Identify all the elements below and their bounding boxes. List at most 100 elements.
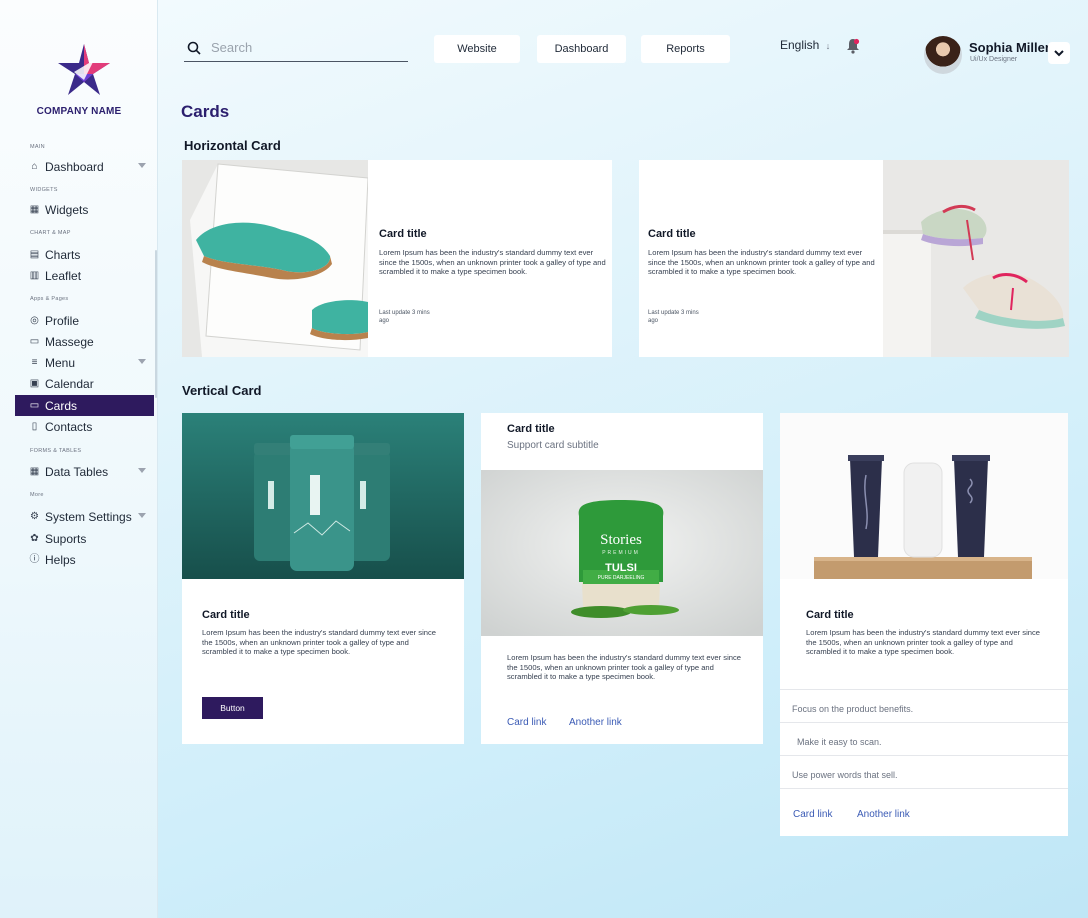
horizontal-card-2: Card title Lorem Ipsum has been the indu… bbox=[639, 160, 1069, 357]
package-name: TULSI bbox=[605, 562, 637, 574]
nav-reports-button[interactable]: Reports bbox=[641, 35, 730, 63]
calendar-icon: ▣ bbox=[29, 378, 40, 389]
sidebar-item-label: Charts bbox=[45, 247, 81, 262]
card-title: Card title bbox=[648, 228, 696, 240]
sidebar-item-profile[interactable]: ◎ Profile bbox=[15, 310, 154, 331]
package-brand: Stories bbox=[600, 532, 642, 548]
list-divider bbox=[780, 722, 1068, 723]
language-label: English bbox=[780, 38, 820, 52]
list-item: Make it easy to scan. bbox=[797, 737, 882, 747]
sidebar-item-label: Contacts bbox=[45, 419, 93, 434]
card-image-bottles bbox=[182, 413, 464, 579]
grid-icon: ▦ bbox=[29, 204, 40, 215]
card-image-cosmetics bbox=[780, 413, 1068, 579]
package-sub: PREMIUM bbox=[602, 550, 640, 556]
page-title: Cards bbox=[181, 102, 230, 121]
sidebar-item-contacts[interactable]: ▯ Contacts bbox=[15, 416, 154, 437]
gear-icon: ⚙ bbox=[30, 511, 39, 522]
sidebar-item-system-settings[interactable]: ⚙ System Settings bbox=[15, 506, 154, 527]
card-button[interactable]: Button bbox=[202, 697, 263, 719]
list-divider bbox=[780, 689, 1068, 690]
chevron-down-icon bbox=[138, 163, 146, 168]
sidebar-scrollbar[interactable] bbox=[155, 250, 157, 398]
list-divider bbox=[780, 788, 1068, 789]
another-link[interactable]: Another link bbox=[569, 717, 622, 728]
sidebar-item-helps[interactable]: ⓘ Helps bbox=[15, 549, 154, 570]
chevron-down-icon bbox=[138, 359, 146, 364]
chevron-down-icon bbox=[138, 513, 146, 518]
section-forms-tables: FORMS & TABLES bbox=[30, 448, 82, 454]
search-icon bbox=[187, 41, 201, 55]
horizontal-card-1: Card title Lorem Ipsum has been the indu… bbox=[182, 160, 612, 357]
sidebar-item-data-tables[interactable]: ▦ Data Tables bbox=[15, 461, 154, 482]
card-link[interactable]: Card link bbox=[507, 717, 546, 728]
help-icon: ⓘ bbox=[29, 554, 40, 565]
card-text: Lorem Ipsum has been the industry's stan… bbox=[379, 248, 606, 277]
bell-icon[interactable] bbox=[846, 38, 860, 54]
chevron-down-icon bbox=[138, 468, 146, 473]
card-meta: Last update 3 mins bbox=[379, 310, 430, 316]
sidebar-item-dashboard[interactable]: ⌂ Dashboard bbox=[15, 156, 154, 177]
sidebar: COMPANY NAME MAIN ⌂ Dashboard WIDGETS ▦ … bbox=[0, 0, 158, 918]
section-main: MAIN bbox=[30, 144, 45, 150]
sidebar-item-label: Cards bbox=[45, 398, 78, 413]
sidebar-item-menu[interactable]: ≡ Menu bbox=[15, 352, 154, 373]
card-text: Lorem Ipsum has been the industry's stan… bbox=[648, 248, 875, 277]
company-logo bbox=[58, 44, 110, 95]
chevron-down-icon bbox=[1054, 49, 1064, 56]
support-icon: ✿ bbox=[30, 533, 39, 544]
card-image-shoes-teal bbox=[182, 160, 368, 357]
avatar[interactable] bbox=[924, 36, 962, 74]
card-image-sneakers bbox=[883, 160, 1069, 357]
menu-icon: ≡ bbox=[31, 357, 38, 368]
sidebar-item-label: Suports bbox=[45, 531, 87, 546]
sidebar-item-label: Data Tables bbox=[45, 464, 109, 479]
chart-icon: ▤ bbox=[29, 249, 40, 260]
sidebar-item-label: Leaflet bbox=[45, 268, 82, 283]
card-meta-ago: ago bbox=[379, 318, 390, 324]
card-meta: Last update 3 mins bbox=[648, 310, 699, 316]
card-text: Lorem Ipsum has been the industry's stan… bbox=[507, 653, 742, 682]
sidebar-item-charts[interactable]: ▤ Charts bbox=[15, 244, 154, 265]
section-more: More bbox=[30, 492, 44, 498]
card-title: Card title bbox=[507, 423, 555, 435]
package-desc: PURE DARJEELING bbox=[597, 575, 645, 581]
card-icon: ▭ bbox=[29, 400, 40, 411]
card-link[interactable]: Card link bbox=[793, 809, 832, 820]
sidebar-item-suports[interactable]: ✿ Suports bbox=[15, 528, 154, 549]
vertical-card-1: Card title Lorem Ipsum has been the indu… bbox=[182, 413, 464, 744]
card-text: Lorem Ipsum has been the industry's stan… bbox=[202, 628, 437, 657]
section-title-horizontal: Horizontal Card bbox=[184, 138, 281, 153]
card-text: Lorem Ipsum has been the industry's stan… bbox=[806, 628, 1041, 657]
map-icon: ▥ bbox=[29, 270, 40, 281]
sidebar-item-label: Helps bbox=[45, 552, 76, 567]
user-menu-button[interactable] bbox=[1048, 42, 1070, 64]
user-role: Ui/Ux Designer bbox=[970, 56, 1018, 63]
user-name: Sophia Miller bbox=[969, 40, 1050, 55]
sidebar-item-label: Calendar bbox=[45, 376, 94, 391]
sidebar-item-label: Massege bbox=[45, 334, 94, 349]
another-link[interactable]: Another link bbox=[857, 809, 910, 820]
sidebar-item-label: Profile bbox=[45, 313, 80, 328]
card-title: Card title bbox=[379, 228, 427, 240]
card-title: Card title bbox=[202, 609, 250, 621]
sidebar-item-massege[interactable]: ▭ Massege bbox=[15, 331, 154, 352]
language-selector[interactable]: English ↓ bbox=[780, 38, 830, 52]
search-input[interactable] bbox=[211, 40, 391, 55]
sidebar-item-label: Widgets bbox=[45, 202, 89, 217]
arrow-down-icon: ↓ bbox=[825, 41, 831, 51]
company-name: COMPANY NAME bbox=[36, 106, 122, 117]
sidebar-item-calendar[interactable]: ▣ Calendar bbox=[15, 373, 154, 394]
list-item: Use power words that sell. bbox=[792, 770, 898, 780]
nav-website-button[interactable]: Website bbox=[434, 35, 520, 63]
nav-dashboard-button[interactable]: Dashboard bbox=[537, 35, 626, 63]
sidebar-item-label: Dashboard bbox=[45, 159, 104, 174]
sidebar-item-leaflet[interactable]: ▥ Leaflet bbox=[15, 265, 154, 286]
search-bar[interactable] bbox=[184, 34, 408, 62]
sidebar-item-widgets[interactable]: ▦ Widgets bbox=[15, 199, 154, 220]
card-subtitle: Support card subtitle bbox=[507, 440, 599, 451]
sidebar-item-cards[interactable]: ▭ Cards bbox=[15, 395, 154, 416]
sidebar-item-label: System Settings bbox=[45, 509, 132, 524]
section-apps-pages: Apps & Pages bbox=[30, 296, 69, 302]
message-icon: ▭ bbox=[29, 336, 40, 347]
